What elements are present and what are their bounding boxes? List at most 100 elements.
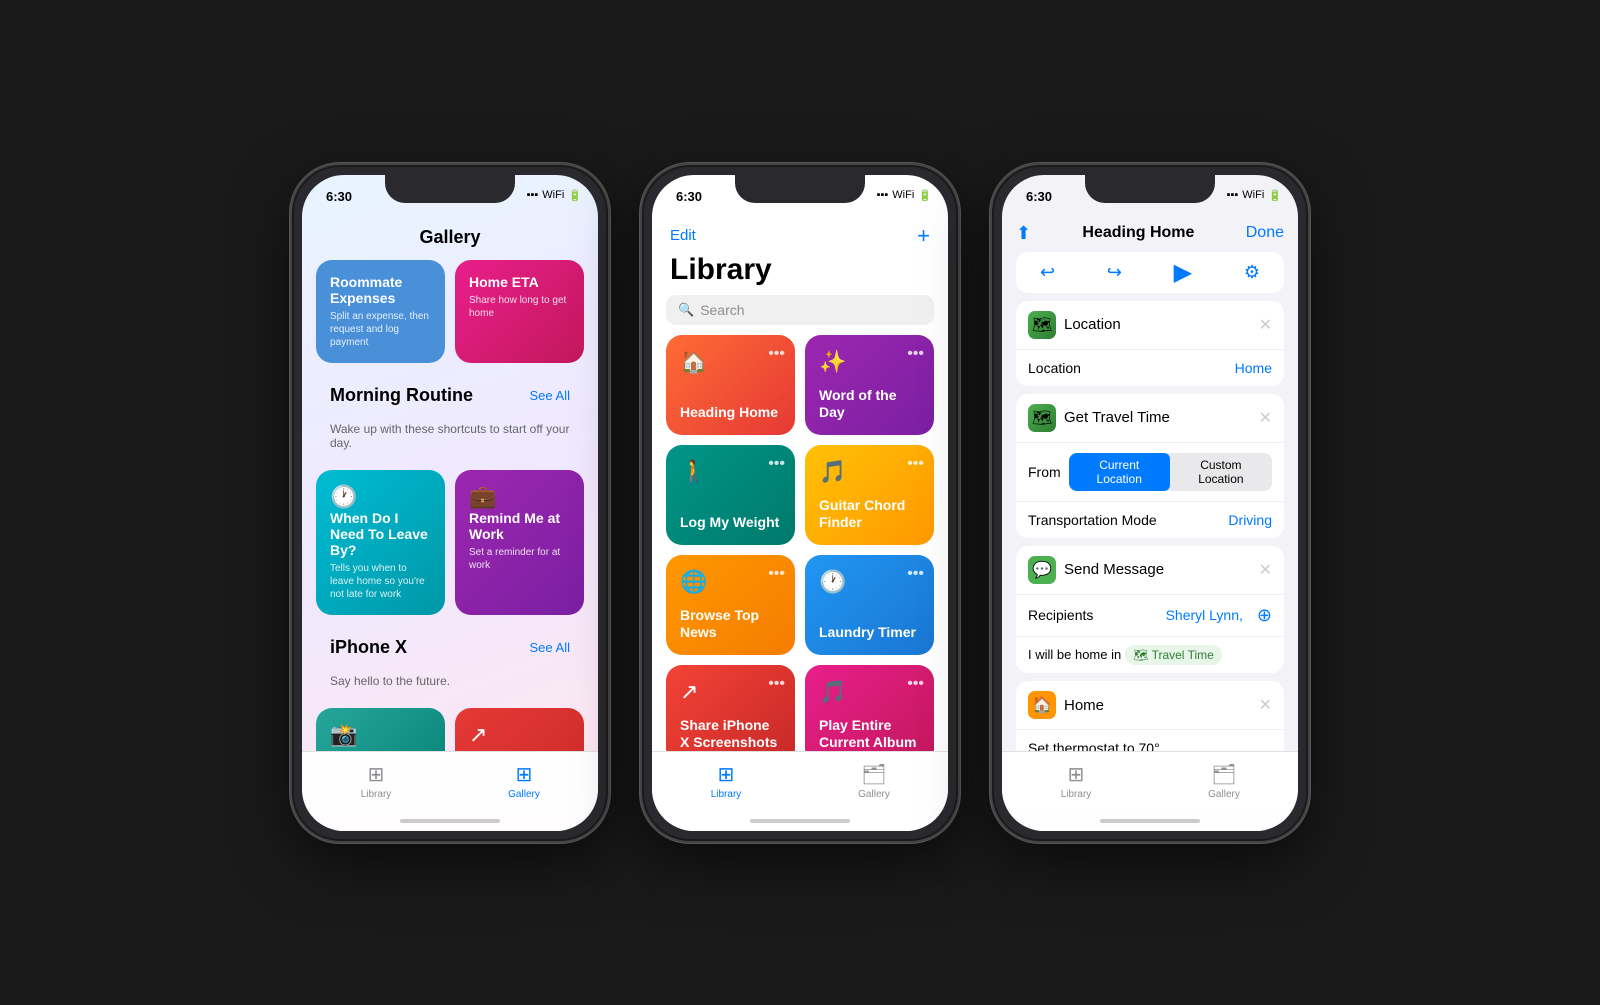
- share-button[interactable]: ⬆: [1016, 223, 1031, 244]
- shortcut-grid: ••• 🏠 Heading Home ••• ✨ Word of the Day…: [652, 335, 948, 751]
- travel-action-icon: 🗺: [1028, 404, 1056, 432]
- nav-gallery-2[interactable]: 🗂 Gallery: [800, 762, 948, 800]
- home-eta-title: Home ETA: [469, 274, 570, 290]
- top-cards-row: Roommate Expenses Split an expense, then…: [316, 260, 584, 363]
- leave-by-card[interactable]: 🕐 When Do I Need To Leave By? Tells you …: [316, 470, 445, 615]
- word-of-day-card[interactable]: ••• ✨ Word of the Day: [805, 335, 934, 435]
- redo-button[interactable]: ↪: [1107, 262, 1122, 283]
- location-remove-btn[interactable]: ✕: [1259, 315, 1272, 335]
- send-message-action-block: 💬 Send Message ✕ Recipients Sheryl Lynn,…: [1016, 546, 1284, 674]
- bottom-nav-1: ⊞ Library ⊞ Gallery: [302, 751, 598, 811]
- laundry-card[interactable]: ••• 🕐 Laundry Timer: [805, 555, 934, 655]
- browse-news-card[interactable]: ••• 🌐 Browse Top News: [666, 555, 795, 655]
- share-screenshots-card[interactable]: ↗ Share iPhone Screenshots Pick from all…: [455, 708, 584, 751]
- location-action-icon: 🗺: [1028, 311, 1056, 339]
- wifi-icon-2: WiFi: [892, 189, 914, 201]
- home-remove-btn[interactable]: ✕: [1259, 695, 1272, 715]
- location-action-name: Location: [1064, 316, 1251, 333]
- search-placeholder-2: Search: [700, 302, 744, 318]
- guitar-dots[interactable]: •••: [907, 455, 924, 473]
- nav-library-label-3: Library: [1061, 789, 1092, 800]
- notch-2: [735, 175, 865, 203]
- bottom-nav-3: ⊞ Library 🗂 Gallery: [1002, 751, 1298, 811]
- share-x-icon: ↗: [680, 679, 781, 705]
- from-segment[interactable]: Current Location Custom Location: [1069, 453, 1272, 491]
- heading-home-card[interactable]: ••• 🏠 Heading Home: [666, 335, 795, 435]
- detail-content: ⬆ Heading Home Done ↩ ↪ ▶ ⚙ 🗺 Location ✕: [1002, 219, 1298, 751]
- laundry-icon: 🕐: [819, 569, 920, 595]
- recipients-value[interactable]: Sheryl Lynn,: [1166, 607, 1243, 623]
- roommate-expenses-card[interactable]: Roommate Expenses Split an expense, then…: [316, 260, 445, 363]
- message-remove-btn[interactable]: ✕: [1259, 560, 1272, 580]
- notch-1: [385, 175, 515, 203]
- nav-library-1[interactable]: ⊞ Library: [302, 762, 450, 800]
- iphonex-header: iPhone X See All: [316, 627, 584, 662]
- nav-gallery-1[interactable]: ⊞ Gallery: [450, 762, 598, 800]
- home-action-name: Home: [1064, 697, 1251, 714]
- add-recipient-btn[interactable]: ⊕: [1257, 605, 1272, 626]
- signal-icon-3: ▪▪▪: [1227, 189, 1239, 201]
- nav-gallery-3[interactable]: 🗂 Gallery: [1150, 762, 1298, 800]
- search-bar-2[interactable]: 🔍 Search: [666, 295, 934, 325]
- guitar-card[interactable]: ••• 🎵 Guitar Chord Finder: [805, 445, 934, 545]
- nav-library-3[interactable]: ⊞ Library: [1002, 762, 1150, 800]
- screen-1: 6:30 ▪▪▪ WiFi 🔋 Gallery Roommate Expense…: [302, 175, 598, 831]
- custom-location-btn[interactable]: Custom Location: [1170, 453, 1272, 491]
- phone-1: 6:30 ▪▪▪ WiFi 🔋 Gallery Roommate Expense…: [290, 163, 610, 843]
- morning-routine-title: Morning Routine: [330, 385, 473, 406]
- share-x-card[interactable]: ••• ↗ Share iPhone X Screenshots: [666, 665, 795, 751]
- portrait-title: Share A Portrait Photo: [330, 748, 431, 751]
- travel-time-badge[interactable]: 🗺 Travel Time: [1125, 645, 1222, 666]
- log-weight-card[interactable]: ••• 🚶 Log My Weight: [666, 445, 795, 545]
- notch-3: [1085, 175, 1215, 203]
- word-dots[interactable]: •••: [907, 345, 924, 363]
- signal-icon: ▪▪▪: [527, 189, 539, 201]
- leave-by-title: When Do I Need To Leave By?: [330, 510, 431, 558]
- library-icon-3: ⊞: [1068, 762, 1085, 787]
- home-indicator-1: [302, 811, 598, 831]
- laundry-title: Laundry Timer: [819, 624, 920, 641]
- browse-icon: 🌐: [680, 569, 781, 595]
- location-value[interactable]: Home: [1235, 360, 1272, 376]
- top-cards: Roommate Expenses Split an expense, then…: [302, 260, 598, 751]
- travel-remove-btn[interactable]: ✕: [1259, 408, 1272, 428]
- word-icon: ✨: [819, 349, 920, 375]
- play-dots[interactable]: •••: [907, 675, 924, 693]
- play-icon: 🎵: [819, 679, 920, 705]
- iphonex-see-all[interactable]: See All: [530, 640, 570, 655]
- done-button[interactable]: Done: [1246, 224, 1284, 242]
- laundry-dots[interactable]: •••: [907, 565, 924, 583]
- remind-me-card[interactable]: 💼 Remind Me at Work Set a reminder for a…: [455, 470, 584, 615]
- heading-home-dots[interactable]: •••: [768, 345, 785, 363]
- message-action-name: Send Message: [1064, 561, 1251, 578]
- nav-gallery-label-1: Gallery: [508, 789, 540, 800]
- guitar-title: Guitar Chord Finder: [819, 497, 920, 531]
- add-button[interactable]: +: [917, 223, 930, 249]
- browse-dots[interactable]: •••: [768, 565, 785, 583]
- home-eta-card[interactable]: Home ETA Share how long to get home: [455, 260, 584, 363]
- play-button[interactable]: ▶: [1174, 258, 1192, 287]
- log-dots[interactable]: •••: [768, 455, 785, 473]
- home-bar-1: [400, 819, 500, 823]
- nav-library-label-1: Library: [361, 789, 392, 800]
- edit-button[interactable]: Edit: [670, 227, 696, 244]
- iphonex-cards-row: 📸 Share A Portrait Photo Quickly share a…: [316, 708, 584, 751]
- travel-time-action-block: 🗺 Get Travel Time ✕ From Current Locatio…: [1016, 394, 1284, 538]
- phone-3: 6:30 ▪▪▪ WiFi 🔋 ⬆ Heading Home Done ↩ ↪ …: [990, 163, 1310, 843]
- undo-button[interactable]: ↩: [1040, 262, 1055, 283]
- transportation-value[interactable]: Driving: [1228, 512, 1272, 528]
- battery-icon: 🔋: [568, 189, 582, 202]
- library-title: Library: [652, 249, 948, 295]
- share-x-dots[interactable]: •••: [768, 675, 785, 693]
- play-album-card[interactable]: ••• 🎵 Play Entire Current Album: [805, 665, 934, 751]
- nav-library-2[interactable]: ⊞ Library: [652, 762, 800, 800]
- morning-see-all[interactable]: See All: [530, 388, 570, 403]
- transportation-row: Transportation Mode Driving: [1016, 502, 1284, 538]
- morning-cards-row: 🕐 When Do I Need To Leave By? Tells you …: [316, 470, 584, 615]
- detail-title: Heading Home: [1035, 224, 1242, 242]
- message-body: I will be home in 🗺 Travel Time: [1016, 637, 1284, 674]
- status-time-1: 6:30: [326, 189, 352, 204]
- current-location-btn[interactable]: Current Location: [1069, 453, 1170, 491]
- portrait-photo-card[interactable]: 📸 Share A Portrait Photo Quickly share a…: [316, 708, 445, 751]
- settings-button[interactable]: ⚙: [1244, 262, 1260, 283]
